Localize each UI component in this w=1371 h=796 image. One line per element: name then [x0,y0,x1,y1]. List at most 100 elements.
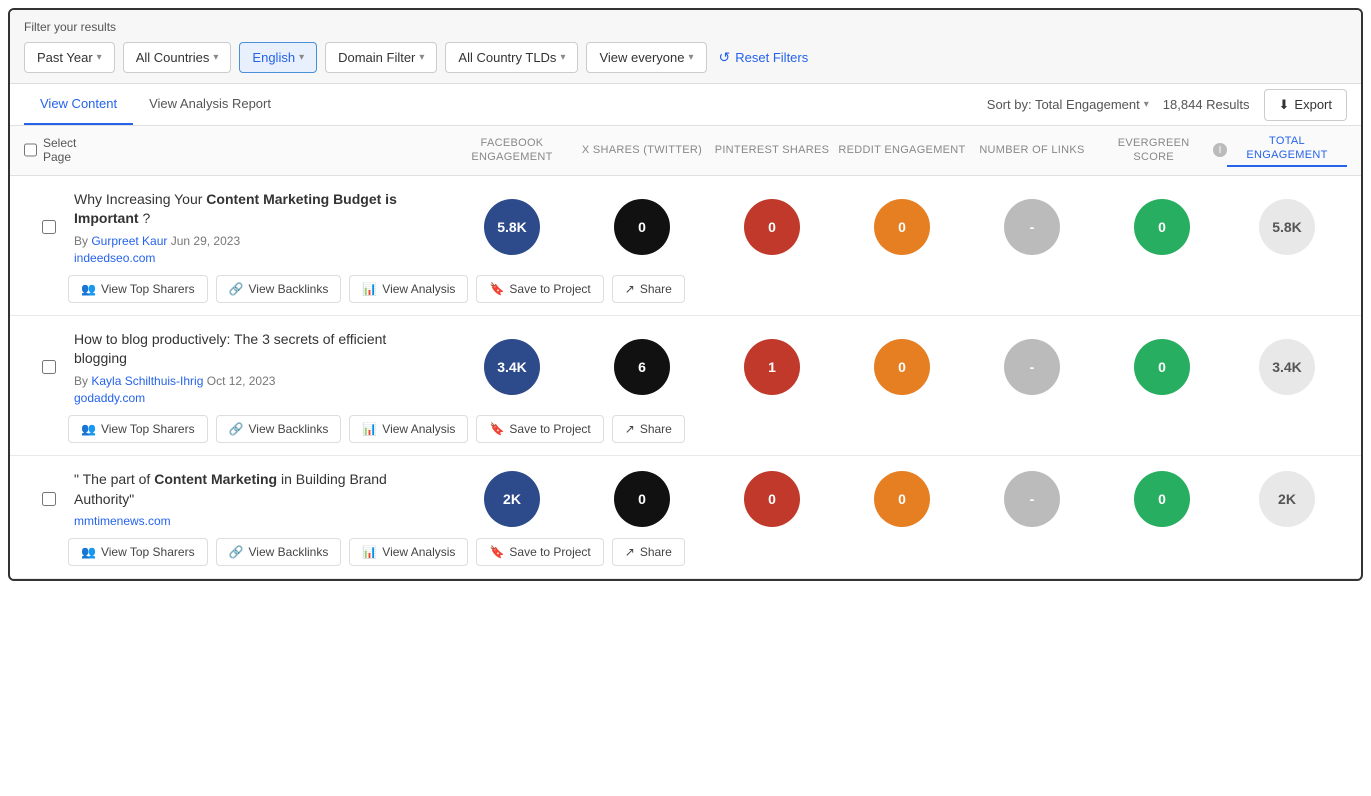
chevron-down-icon: ▾ [689,52,694,63]
view-filter[interactable]: View everyone ▾ [586,42,706,73]
facebook-circle: 5.8K [484,199,540,255]
domain-filter-label: Domain Filter [338,50,415,65]
author-link[interactable]: Kayla Schilthuis-Ihrig [91,374,203,388]
reddit-col-header[interactable]: REDDIT ENGAGEMENT [837,143,967,157]
tld-filter[interactable]: All Country TLDs ▾ [445,42,578,73]
action-bar: 👥 View Top Sharers 🔗 View Backlinks 📊 Vi… [24,265,1347,315]
xshares-circle: 0 [614,471,670,527]
links-col-header[interactable]: NUMBER OF LINKS [967,143,1097,157]
info-icon[interactable]: i [1213,143,1227,157]
reddit-circle: 0 [874,339,930,395]
chevron-down-icon: ▾ [97,52,102,63]
link-icon: 🔗 [229,282,244,296]
articles-list: Why Increasing Your Content Marketing Bu… [10,176,1361,580]
reset-filters-button[interactable]: ↺ Reset Filters [719,49,809,66]
row-checkbox[interactable] [42,492,56,506]
view-backlinks-button[interactable]: 🔗 View Backlinks [216,275,342,303]
links-circle: - [1004,471,1060,527]
select-all-checkbox[interactable] [24,143,37,157]
article-info: " The part of Content Marketing in Build… [74,470,447,528]
article-domain[interactable]: indeedseo.com [74,251,437,265]
main-tabs: View Content View Analysis Report [24,84,287,125]
users-icon: 👥 [81,545,96,559]
share-icon: ↗ [625,282,635,296]
save-to-project-button[interactable]: 🔖 Save to Project [476,538,603,566]
language-filter[interactable]: English ▾ [239,42,317,73]
view-backlinks-button[interactable]: 🔗 View Backlinks [216,538,342,566]
export-label: Export [1294,97,1332,112]
reset-icon: ↺ [719,49,731,66]
chevron-down-icon: ▾ [213,52,218,63]
view-filter-label: View everyone [599,50,684,65]
evergreen-col-header[interactable]: EVERGREEN SCORE i [1097,136,1227,165]
chart-icon: 📊 [362,545,377,559]
total-col-header[interactable]: TOTAL ENGAGEMENT [1227,134,1347,167]
sort-button[interactable]: Sort by: Total Engagement ▾ [987,97,1149,112]
save-to-project-button[interactable]: 🔖 Save to Project [476,275,603,303]
article-title: Why Increasing Your Content Marketing Bu… [74,190,437,229]
chart-icon: 📊 [362,282,377,296]
view-top-sharers-button[interactable]: 👥 View Top Sharers [68,275,208,303]
total-circle: 5.8K [1259,199,1315,255]
domain-filter[interactable]: Domain Filter ▾ [325,42,437,73]
author-link[interactable]: Gurpreet Kaur [91,234,167,248]
chevron-down-icon: ▾ [1144,99,1149,110]
sort-label: Sort by: Total Engagement [987,97,1140,112]
xshares-circle: 0 [614,199,670,255]
view-analysis-button[interactable]: 📊 View Analysis [349,538,468,566]
export-button[interactable]: ⬇ Export [1264,89,1347,121]
xshares-col-header[interactable]: X SHARES (TWITTER) [577,143,707,157]
view-top-sharers-button[interactable]: 👥 View Top Sharers [68,538,208,566]
article-domain[interactable]: godaddy.com [74,391,437,405]
facebook-circle: 3.4K [484,339,540,395]
table-header: Select Page FACEBOOK ENGAGEMENT X SHARES… [10,126,1361,176]
pinterest-col-header[interactable]: PINTEREST SHARES [707,143,837,157]
view-backlinks-button[interactable]: 🔗 View Backlinks [216,415,342,443]
view-top-sharers-button[interactable]: 👥 View Top Sharers [68,415,208,443]
facebook-col-header[interactable]: FACEBOOK ENGAGEMENT [447,136,577,165]
pinterest-circle: 0 [744,471,800,527]
view-analysis-button[interactable]: 📊 View Analysis [349,415,468,443]
table-row: " The part of Content Marketing in Build… [10,456,1361,579]
link-icon: 🔗 [229,545,244,559]
action-bar: 👥 View Top Sharers 🔗 View Backlinks 📊 Vi… [24,528,1347,578]
save-to-project-button[interactable]: 🔖 Save to Project [476,415,603,443]
select-page-header[interactable]: Select Page [24,136,74,164]
time-filter[interactable]: Past Year ▾ [24,42,115,73]
users-icon: 👥 [81,282,96,296]
reset-filters-label: Reset Filters [735,50,808,65]
time-filter-label: Past Year [37,50,93,65]
view-analysis-button[interactable]: 📊 View Analysis [349,275,468,303]
pinterest-circle: 1 [744,339,800,395]
link-icon: 🔗 [229,422,244,436]
evergreen-circle: 0 [1134,199,1190,255]
evergreen-circle: 0 [1134,339,1190,395]
share-button[interactable]: ↗ Share [612,538,685,566]
row-checkbox[interactable] [42,220,56,234]
results-count: 18,844 Results [1163,97,1250,112]
filter-label: Filter your results [24,20,1347,34]
bookmark-icon: 🔖 [489,545,504,559]
article-title: " The part of Content Marketing in Build… [74,470,437,509]
article-title: How to blog productively: The 3 secrets … [74,330,437,369]
article-domain[interactable]: mmtimenews.com [74,514,437,528]
share-icon: ↗ [625,422,635,436]
language-filter-label: English [252,50,295,65]
xshares-circle: 6 [614,339,670,395]
country-filter-label: All Countries [136,50,210,65]
reddit-circle: 0 [874,199,930,255]
share-button[interactable]: ↗ Share [612,415,685,443]
tab-view-analysis[interactable]: View Analysis Report [133,84,287,125]
table-row: Why Increasing Your Content Marketing Bu… [10,176,1361,316]
article-meta: By Gurpreet Kaur Jun 29, 2023 [74,234,437,248]
total-circle: 3.4K [1259,339,1315,395]
article-info: How to blog productively: The 3 secrets … [74,330,447,405]
tld-filter-label: All Country TLDs [458,50,556,65]
tab-view-content[interactable]: View Content [24,84,133,125]
total-circle: 2K [1259,471,1315,527]
country-filter[interactable]: All Countries ▾ [123,42,232,73]
row-checkbox[interactable] [42,360,56,374]
pinterest-circle: 0 [744,199,800,255]
share-icon: ↗ [625,545,635,559]
share-button[interactable]: ↗ Share [612,275,685,303]
